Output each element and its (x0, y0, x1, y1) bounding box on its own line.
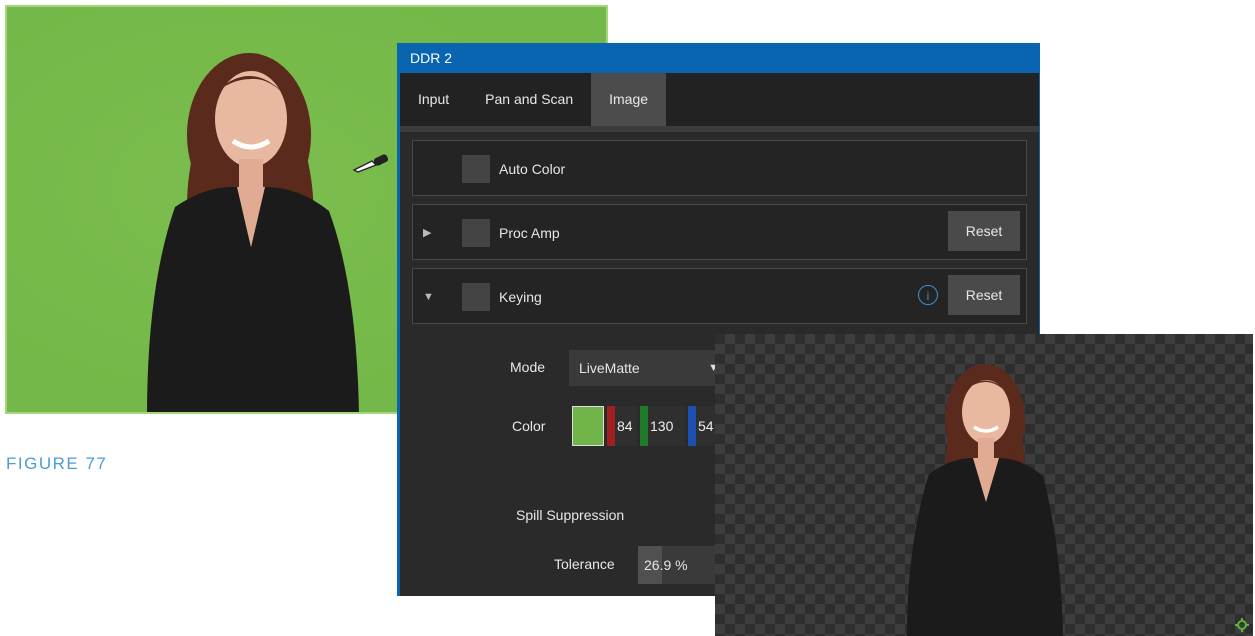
tolerance-label: Tolerance (554, 556, 615, 572)
expand-arrow-icon[interactable]: ▶ (423, 205, 431, 261)
mode-select[interactable]: LiveMatte ▼ (569, 350, 729, 386)
proc-amp-label: Proc Amp (499, 225, 560, 241)
keying-checkbox[interactable] (462, 283, 490, 311)
eyedropper-icon (352, 154, 389, 173)
red-value: 84 (617, 418, 633, 434)
collapse-arrow-icon[interactable]: ▼ (423, 269, 434, 325)
auto-color-label: Auto Color (499, 161, 566, 177)
keyed-preview-image (715, 334, 1253, 636)
proc-amp-section: ▶ Proc Amp Reset (412, 204, 1027, 260)
key-color-swatch[interactable] (572, 406, 604, 446)
auto-color-section: Auto Color (412, 140, 1027, 196)
red-value-field[interactable]: 84 (607, 406, 637, 446)
green-value-field[interactable]: 130 (640, 406, 685, 446)
proc-amp-checkbox[interactable] (462, 219, 490, 247)
tab-pan-and-scan[interactable]: Pan and Scan (467, 73, 591, 126)
keying-label: Keying (499, 289, 542, 305)
green-value: 130 (650, 418, 674, 434)
tab-bar: Input Pan and Scan Image (400, 73, 1039, 132)
auto-color-checkbox[interactable] (462, 155, 490, 183)
tolerance-value: 26.9 % (644, 557, 688, 573)
tab-image[interactable]: Image (591, 73, 667, 126)
keyed-presenter-figure (907, 364, 1063, 636)
tab-input[interactable]: Input (400, 73, 467, 126)
figure-caption: FIGURE 77 (6, 454, 108, 473)
keying-section: ▼ Keying i Reset (412, 268, 1027, 324)
proc-amp-reset-button[interactable]: Reset (948, 211, 1020, 251)
keying-reset-button[interactable]: Reset (948, 275, 1020, 315)
blue-value: 54 (698, 418, 714, 434)
info-icon[interactable]: i (918, 285, 938, 305)
mode-label: Mode (510, 359, 546, 375)
mode-value: LiveMatte (579, 360, 640, 376)
gear-icon[interactable] (1235, 618, 1249, 632)
panel-title: DDR 2 (400, 43, 1039, 73)
spill-suppression-label: Spill Suppression (516, 507, 625, 523)
color-label: Color (512, 418, 546, 434)
